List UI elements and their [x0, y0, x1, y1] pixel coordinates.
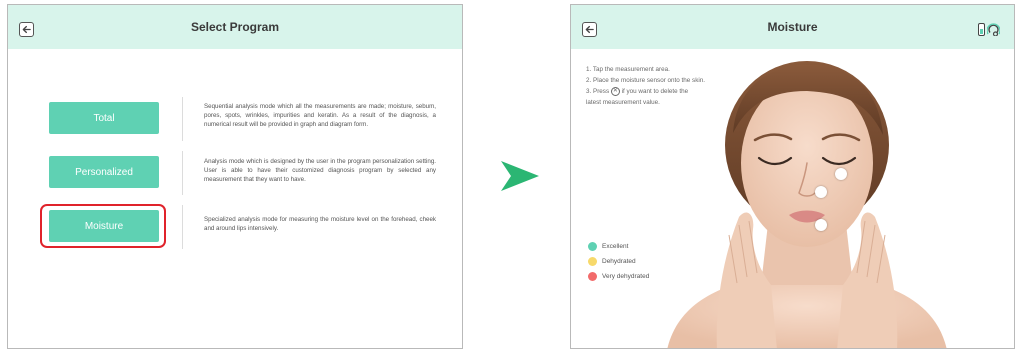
legend-item-excellent: Excellent [588, 242, 649, 251]
divider [182, 205, 183, 249]
header-bar: Moisture [571, 5, 1014, 49]
divider [182, 151, 183, 195]
total-program-description: Sequential analysis mode which all the m… [204, 103, 436, 128]
legend-label: Very dehydrated [602, 273, 650, 280]
face-image [667, 61, 947, 348]
measurement-point-lips[interactable] [815, 219, 827, 231]
personalized-program-description: Analysis mode which is designed by the u… [204, 158, 436, 183]
legend-label: Dehydrated [602, 258, 636, 265]
legend-label: Excellent [602, 243, 629, 250]
header-bar: Select Program [8, 5, 462, 49]
legend-dot [588, 257, 597, 266]
measurement-point-cheek[interactable] [815, 186, 827, 198]
x-circle-icon: ✕ [610, 86, 620, 96]
page-title: Select Program [190, 20, 280, 34]
sensor-connected-icon [978, 23, 1000, 36]
legend-dot [588, 242, 597, 251]
moisture-screen: Moisture 1. Tap the measurement area. 2.… [570, 4, 1015, 349]
legend-dot [588, 272, 597, 281]
moisture-program-description: Specialized analysis mode for measuring … [204, 216, 436, 232]
legend-item-very-dehydrated: Very dehydrated [588, 272, 649, 281]
personalized-program-button[interactable]: Personalized [49, 156, 159, 188]
total-program-button[interactable]: Total [49, 102, 159, 134]
moisture-program-button[interactable]: Moisture [49, 210, 159, 242]
legend-item-dehydrated: Dehydrated [588, 257, 649, 266]
arrow-right-icon [501, 161, 539, 191]
page-title: Moisture [767, 20, 818, 34]
instruction-step-3-text: 3. Press [586, 87, 610, 95]
moisture-legend: Excellent Dehydrated Very dehydrated [588, 242, 649, 287]
measurement-point-forehead[interactable] [835, 168, 847, 180]
divider [182, 97, 183, 141]
select-program-screen: Select Program Total Sequential analysis… [7, 4, 463, 349]
